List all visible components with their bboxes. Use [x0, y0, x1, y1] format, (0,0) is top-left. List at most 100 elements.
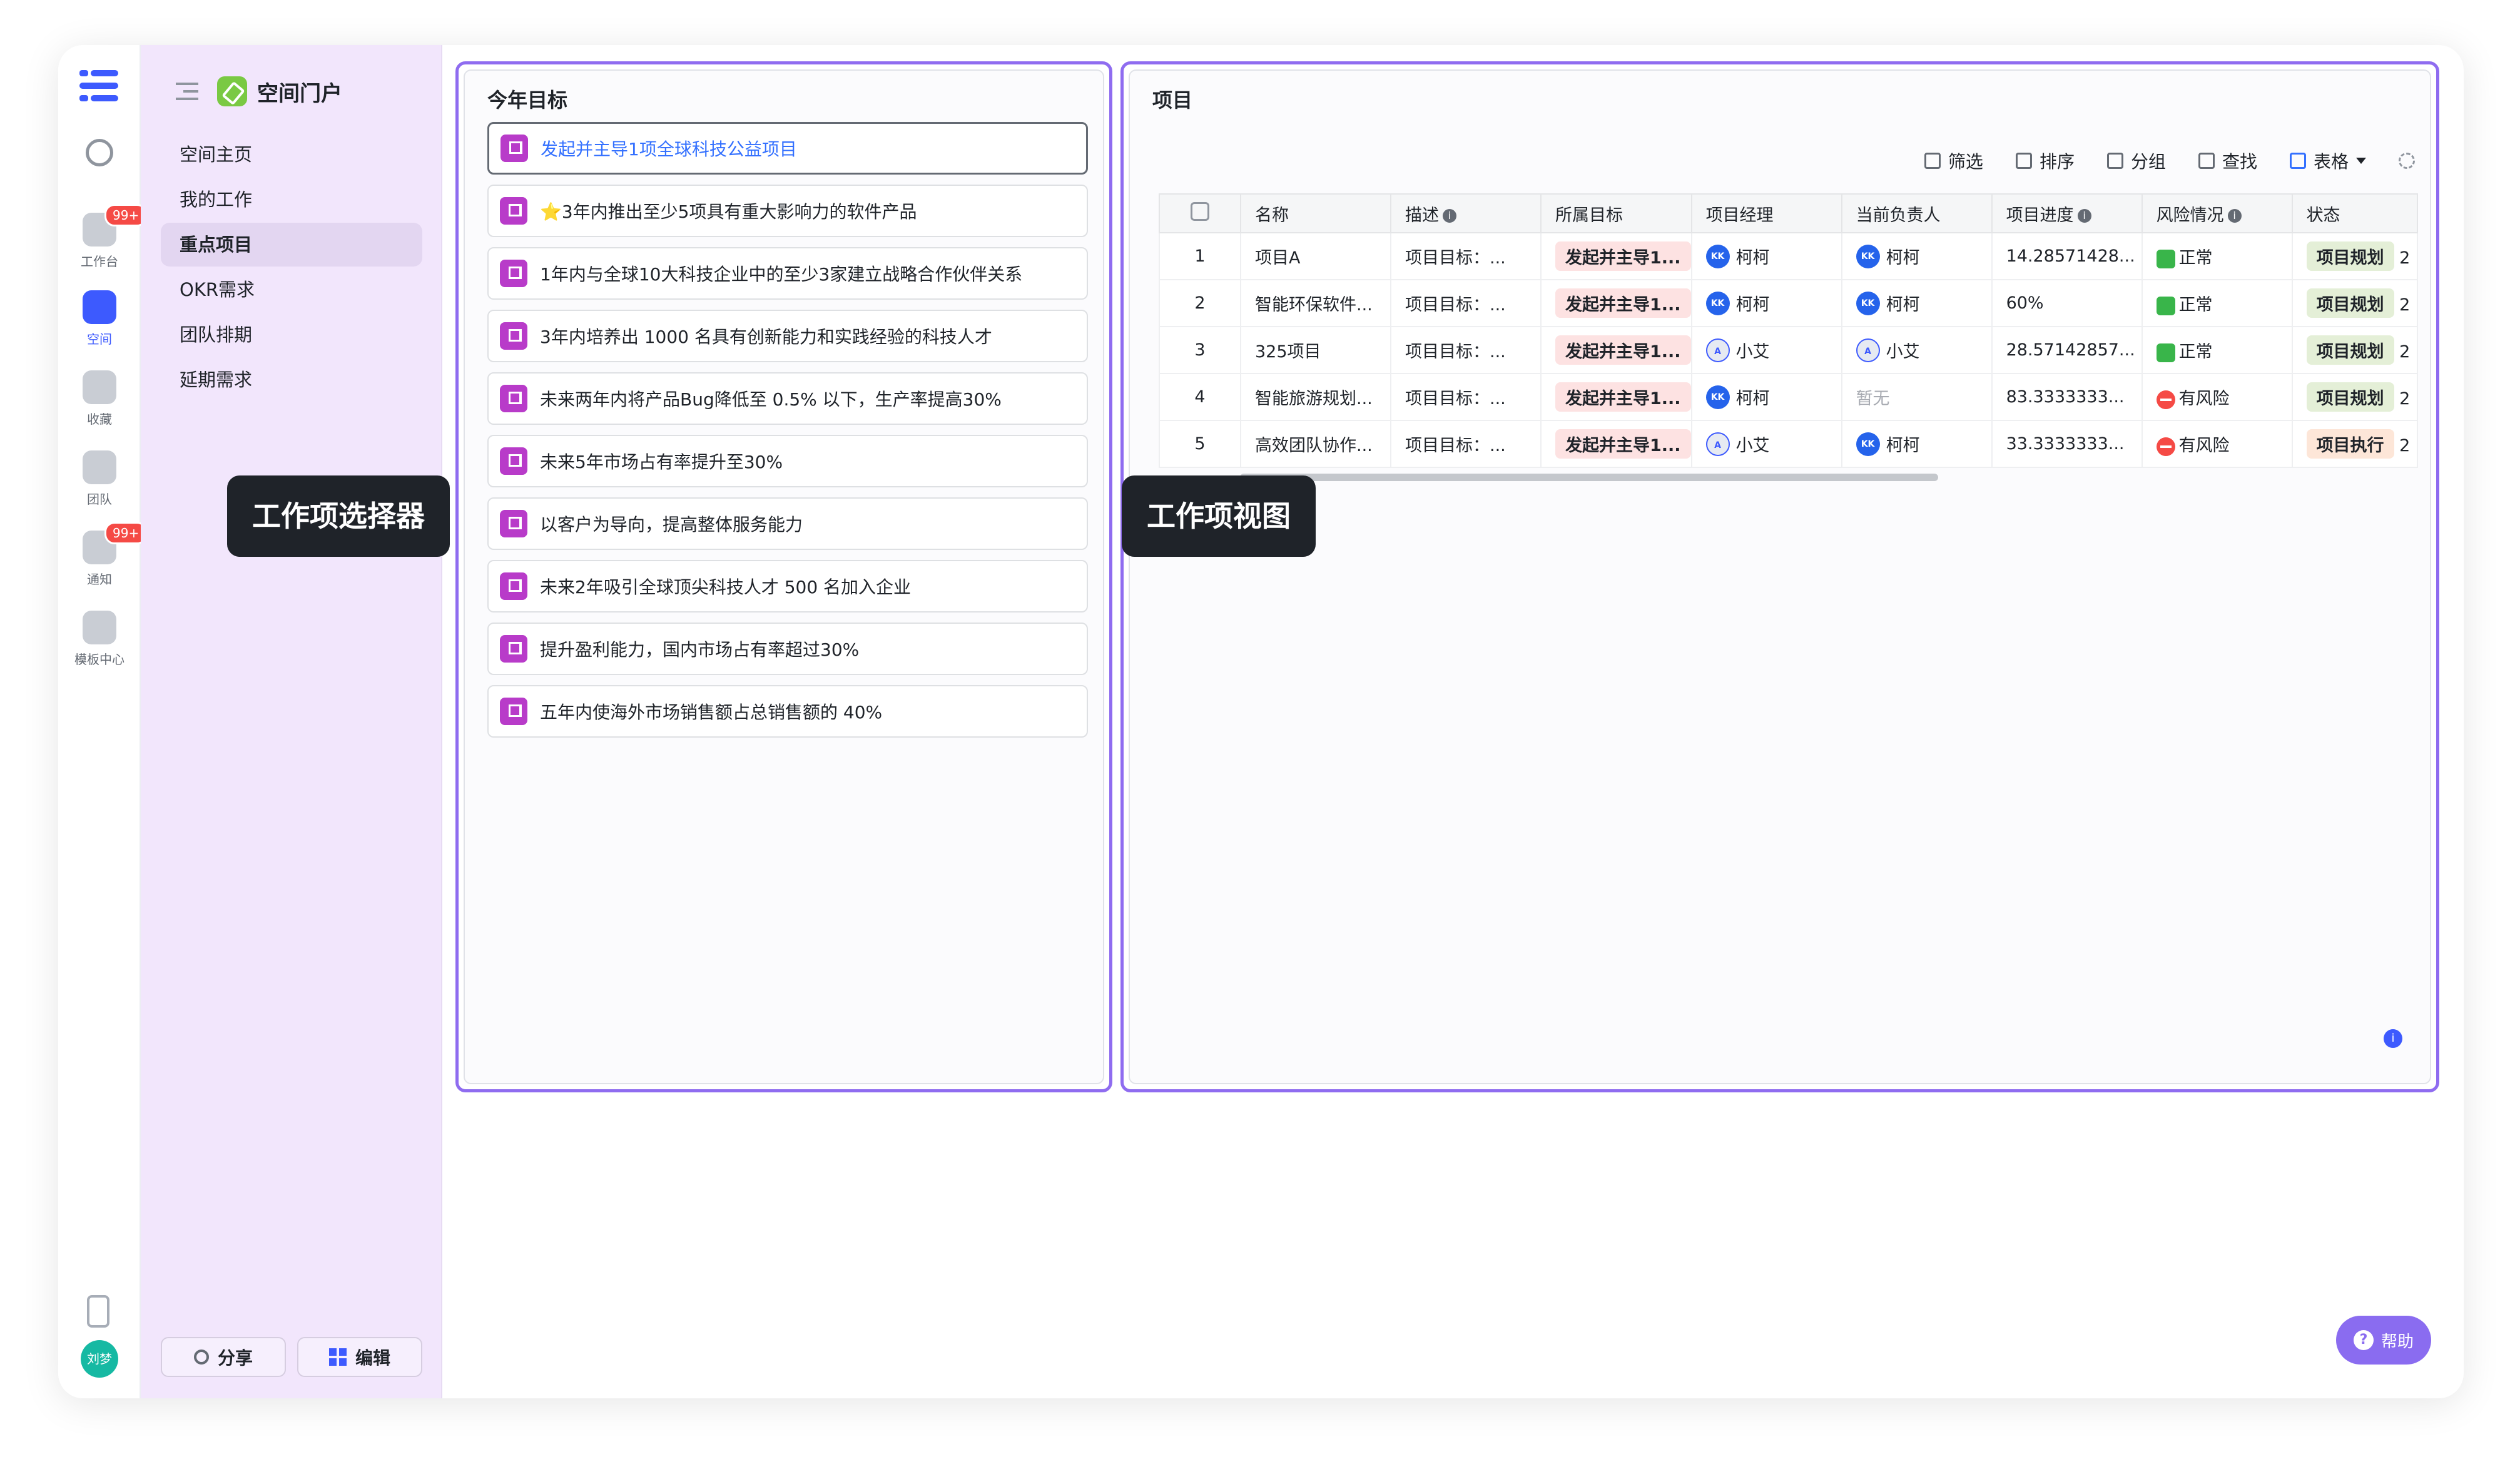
manager-cell[interactable]: KK 柯柯: [1690, 373, 1842, 421]
projects-table: 名称 描述 i 所属目标 项目经理 当前负责人 项目进度 i 风险情况 i 状态 1 …: [1159, 193, 2418, 468]
filter-button[interactable]: 筛选: [1924, 148, 1983, 173]
project-desc[interactable]: 项目目标：...: [1390, 279, 1542, 327]
horizontal-scrollbar[interactable]: [1240, 474, 1938, 481]
find-button[interactable]: 查找: [2198, 148, 2257, 173]
select-all-checkbox[interactable]: [1191, 201, 1209, 221]
help-button[interactable]: ? 帮助: [2335, 1316, 2431, 1365]
owner-cell[interactable]: KK 柯柯: [1841, 420, 1993, 468]
risk-cell[interactable]: 有风险: [2141, 420, 2293, 468]
collapse-icon[interactable]: [176, 83, 198, 100]
owner-cell[interactable]: KK 柯柯: [1841, 232, 1993, 280]
progress-value[interactable]: 33.3333333...: [1991, 420, 2143, 468]
table-row[interactable]: 1 项目A 项目目标：... 发起并主导1... KK 柯柯 KK 柯柯 14.28…: [1159, 232, 2418, 280]
rail-label: 通知: [87, 572, 112, 587]
status-cell[interactable]: 项目执行 2: [2291, 420, 2418, 468]
project-name[interactable]: 高效团队协作...: [1240, 420, 1391, 468]
project-goal-cell[interactable]: 发起并主导1...: [1540, 232, 1692, 280]
column-header[interactable]: 所属目标: [1540, 193, 1692, 233]
status-cell[interactable]: 项目规划 2: [2291, 232, 2418, 280]
gear-icon[interactable]: [2399, 153, 2415, 169]
goal-item[interactable]: 3年内培养出 1000 名具有创新能力和实践经验的科技人才: [487, 310, 1088, 362]
table-row[interactable]: 4 智能旅游规划... 项目目标：... 发起并主导1... KK 柯柯 暂无 8…: [1159, 373, 2418, 421]
manager-cell[interactable]: KK 柯柯: [1690, 279, 1842, 327]
status-cell[interactable]: 项目规划 2: [2291, 373, 2418, 421]
project-desc[interactable]: 项目目标：...: [1390, 373, 1542, 421]
manager-cell[interactable]: KK 柯柯: [1690, 232, 1842, 280]
table-row[interactable]: 2 智能环保软件... 项目目标：... 发起并主导1... KK 柯柯 KK 柯柯…: [1159, 279, 2418, 327]
rail-item-templates[interactable]: 模板中心: [58, 611, 141, 668]
sidebar-item-okr[interactable]: OKR需求: [161, 268, 422, 312]
sidebar-item-team-schedule[interactable]: 团队排期: [161, 313, 422, 357]
project-desc[interactable]: 项目目标：...: [1390, 326, 1542, 374]
project-goal-cell[interactable]: 发起并主导1...: [1540, 326, 1692, 374]
project-name[interactable]: 智能旅游规划...: [1240, 373, 1391, 421]
rail-item-workbench[interactable]: 99+ 工作台: [58, 204, 148, 270]
edit-button[interactable]: 编辑: [297, 1337, 422, 1377]
progress-value[interactable]: 83.3333333...: [1991, 373, 2143, 421]
status-cell[interactable]: 项目规划 2: [2291, 279, 2418, 327]
sidebar-item-home[interactable]: 空间主页: [161, 133, 422, 176]
goal-item[interactable]: 提升盈利能力，国内市场占有率超过30%: [487, 623, 1088, 675]
share-button[interactable]: 分享: [161, 1337, 286, 1377]
column-header[interactable]: 当前负责人: [1841, 193, 1993, 233]
table-row[interactable]: 5 高效团队协作... 项目目标：... 发起并主导1... A 小艾 KK 柯柯 …: [1159, 420, 2418, 468]
sidebar-item-my-work[interactable]: 我的工作: [161, 178, 422, 221]
owner-cell[interactable]: A 小艾: [1841, 326, 1993, 374]
progress-value[interactable]: 14.28571428...: [1991, 232, 2143, 280]
table-row[interactable]: 3 325项目 项目目标：... 发起并主导1... A 小艾 A 小艾 28.57…: [1159, 326, 2418, 374]
risk-cell[interactable]: 正常: [2141, 326, 2293, 374]
sort-button[interactable]: 排序: [2015, 148, 2075, 173]
column-header[interactable]: 状态: [2291, 193, 2418, 233]
group-button[interactable]: 分组: [2106, 148, 2166, 173]
user-avatar[interactable]: 刘梦: [81, 1340, 118, 1378]
sidebar-item-key-projects[interactable]: 重点项目: [161, 223, 422, 267]
goal-item[interactable]: ⭐3年内推出至少5项具有重大影响力的软件产品: [487, 185, 1088, 237]
rail-search[interactable]: [58, 139, 141, 166]
column-header[interactable]: 名称: [1240, 193, 1391, 233]
progress-value[interactable]: 28.57142857...: [1991, 326, 2143, 374]
avatar: KK: [1705, 244, 1730, 268]
risk-cell[interactable]: 正常: [2141, 232, 2293, 280]
risk-cell[interactable]: 正常: [2141, 279, 2293, 327]
column-header[interactable]: 描述 i: [1390, 193, 1542, 233]
column-header[interactable]: 风险情况 i: [2141, 193, 2293, 233]
manager-cell[interactable]: A 小艾: [1690, 326, 1842, 374]
manager-name: 柯柯: [1735, 295, 1770, 315]
rail-item-notifications[interactable]: 99+ 通知: [58, 522, 148, 587]
project-goal-cell[interactable]: 发起并主导1...: [1540, 279, 1692, 327]
sidebar-item-delayed[interactable]: 延期需求: [161, 358, 422, 402]
project-name[interactable]: 325项目: [1240, 326, 1391, 374]
goal-item[interactable]: 未来两年内将产品Bug降低至 0.5% 以下，生产率提高30%: [487, 372, 1088, 425]
view-switcher[interactable]: 表格: [2289, 148, 2366, 173]
goal-item[interactable]: 以客户为导向，提高整体服务能力: [487, 497, 1088, 550]
progress-value[interactable]: 60%: [1991, 279, 2143, 327]
project-name[interactable]: 智能环保软件...: [1240, 279, 1391, 327]
risk-cell[interactable]: 有风险: [2141, 373, 2293, 421]
app-logo-icon[interactable]: [79, 66, 118, 105]
phone-icon[interactable]: [87, 1295, 109, 1328]
owner-cell[interactable]: KK 柯柯: [1841, 279, 1993, 327]
info-icon[interactable]: i: [2384, 1029, 2402, 1048]
manager-cell[interactable]: A 小艾: [1690, 420, 1842, 468]
status-cell[interactable]: 项目规划 2: [2291, 326, 2418, 374]
column-header[interactable]: 项目进度 i: [1991, 193, 2143, 233]
goal-item[interactable]: 未来5年市场占有率提升至30%: [487, 435, 1088, 487]
project-name[interactable]: 项目A: [1240, 232, 1391, 280]
rail-item-space[interactable]: 空间: [58, 290, 141, 347]
project-desc[interactable]: 项目目标：...: [1390, 420, 1542, 468]
goal-item[interactable]: 发起并主导1项全球科技公益项目: [487, 122, 1088, 175]
project-goal-cell[interactable]: 发起并主导1...: [1540, 373, 1692, 421]
group-icon: [2106, 153, 2123, 169]
owner-empty[interactable]: 暂无: [1841, 373, 1993, 421]
rail-item-team[interactable]: 团队: [58, 450, 141, 507]
project-goal-cell[interactable]: 发起并主导1...: [1540, 420, 1692, 468]
goal-item[interactable]: 1年内与全球10大科技企业中的至少3家建立战略合作伙伴关系: [487, 247, 1088, 300]
risk-text: 正常: [2178, 342, 2213, 362]
flag-icon: [500, 447, 527, 475]
goal-item[interactable]: 五年内使海外市场销售额占总销售额的 40%: [487, 685, 1088, 738]
rail-item-favorites[interactable]: 收藏: [58, 370, 141, 427]
column-header[interactable]: 项目经理: [1690, 193, 1842, 233]
select-all-cell[interactable]: [1159, 193, 1241, 233]
project-desc[interactable]: 项目目标：...: [1390, 232, 1542, 280]
goal-item[interactable]: 未来2年吸引全球顶尖科技人才 500 名加入企业: [487, 560, 1088, 613]
